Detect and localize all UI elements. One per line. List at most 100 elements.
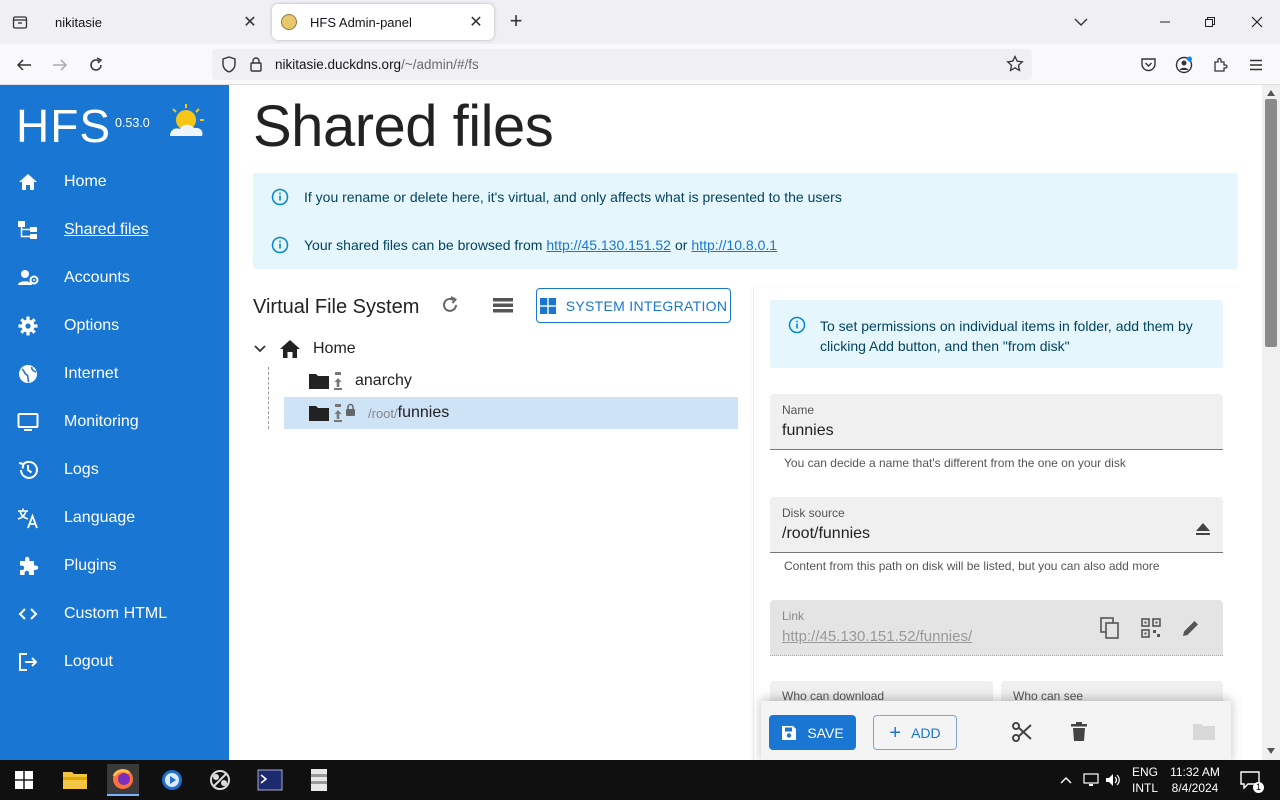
account-icon[interactable]	[1171, 52, 1197, 78]
archive-app-icon[interactable]	[303, 764, 335, 796]
puzzle-icon	[20, 556, 39, 575]
forward-icon[interactable]	[47, 52, 73, 78]
url-host: nikitasie.duckdns.org	[275, 57, 402, 72]
tree-node-anarchy[interactable]: anarchy	[309, 369, 412, 393]
bookmark-star-icon[interactable]	[1006, 54, 1024, 78]
hfs-logo[interactable]: HFS	[16, 99, 111, 153]
scrollbar-thumb[interactable]	[1265, 99, 1277, 347]
sidebar-item-plugins[interactable]: Plugins	[0, 546, 229, 586]
input-language-indicator[interactable]: ENG INTL	[1128, 764, 1162, 796]
sidebar-item-logout[interactable]: Logout	[0, 642, 229, 682]
save-button[interactable]: SAVE	[769, 715, 856, 750]
list-view-icon[interactable]	[488, 290, 518, 320]
windows-start-icon[interactable]	[8, 764, 40, 796]
notification-center-icon[interactable]: 1	[1234, 764, 1266, 796]
version-label: 0.53.0	[115, 116, 150, 130]
browse-link-public[interactable]: http://45.130.151.52	[546, 237, 671, 253]
chevron-down-icon[interactable]	[253, 344, 267, 354]
tree-node-funnies[interactable]: /root/ funnies	[309, 401, 449, 425]
reload-icon[interactable]	[83, 52, 109, 78]
edit-pencil-icon[interactable]	[1181, 618, 1201, 638]
tab-hfs-admin[interactable]: HFS Admin-panel ✕	[272, 4, 494, 40]
add-label: ADD	[911, 724, 941, 741]
volume-icon[interactable]	[1102, 764, 1124, 796]
sidebar-item-home[interactable]: Home	[0, 162, 229, 202]
page-scrollbar[interactable]	[1262, 85, 1280, 760]
home-icon	[280, 340, 300, 358]
tab-list-icon[interactable]	[0, 0, 40, 44]
weather-sun-icon[interactable]	[165, 103, 205, 143]
url-bar[interactable]: nikitasie.duckdns.org/~/admin/#/fs	[212, 49, 1032, 80]
extensions-icon[interactable]	[1207, 52, 1233, 78]
tab-title: nikitasie	[55, 14, 102, 30]
plus-icon: +	[889, 721, 902, 744]
folder-icon	[309, 374, 329, 389]
page-title: Shared files	[253, 94, 554, 159]
cut-scissors-icon[interactable]	[1011, 721, 1033, 743]
firefox-taskbar-icon[interactable]	[107, 764, 139, 796]
lang-layout: INTL	[1131, 781, 1158, 795]
back-icon[interactable]	[11, 52, 37, 78]
tab-nikitasie[interactable]: nikitasie ✕	[42, 4, 268, 40]
sidebar-item-logs[interactable]: Logs	[0, 450, 229, 490]
delete-trash-icon[interactable]	[1071, 722, 1087, 742]
minimize-icon[interactable]	[1152, 10, 1178, 34]
eject-icon[interactable]	[1196, 523, 1210, 535]
qr-code-icon[interactable]	[1141, 618, 1161, 638]
info-row-browse: Your shared files can be browsed from ht…	[271, 236, 781, 254]
field-value[interactable]: funnies	[782, 422, 834, 440]
file-explorer-icon[interactable]	[59, 764, 91, 796]
tree-label: funnies	[397, 404, 450, 421]
disk-source-help-text: Content from this path on disk will be l…	[784, 559, 1160, 573]
save-floppy-icon	[782, 725, 797, 740]
sidebar-item-shared-files[interactable]: Shared files	[0, 210, 229, 250]
lock-icon[interactable]	[249, 56, 263, 78]
lock-icon	[346, 403, 355, 416]
copy-icon[interactable]	[1100, 617, 1120, 639]
media-player-icon[interactable]	[156, 764, 188, 796]
windows-icon	[539, 297, 556, 314]
disk-source-field[interactable]: Disk source /root/funnies	[770, 497, 1223, 553]
browse-link-local[interactable]: http://10.8.0.1	[691, 237, 777, 253]
network-tool-icon[interactable]	[204, 764, 236, 796]
system-integration-label: SYSTEM INTEGRATION	[565, 297, 728, 314]
name-help-text: You can decide a name that's different f…	[784, 456, 1126, 470]
permissions-info-text: To set permissions on individual items i…	[820, 318, 1193, 354]
pocket-icon[interactable]	[1135, 52, 1161, 78]
sidebar-item-internet[interactable]: Internet	[0, 354, 229, 394]
system-integration-button[interactable]: SYSTEM INTEGRATION	[536, 288, 731, 323]
menu-icon[interactable]	[1243, 52, 1269, 78]
sidebar-item-label: Custom HTML	[64, 605, 168, 622]
tree-node-home[interactable]: Home	[253, 337, 356, 361]
folder-icon	[309, 406, 329, 421]
show-hidden-icons-chevron-icon[interactable]	[1055, 764, 1077, 796]
restore-icon[interactable]	[1197, 10, 1223, 34]
new-tab-icon[interactable]: +	[504, 10, 528, 34]
close-tab-icon[interactable]: ✕	[466, 12, 486, 32]
field-label: Name	[782, 403, 815, 417]
sidebar-item-label: Options	[64, 317, 120, 334]
url-path: /~/admin/#/fs	[401, 57, 479, 72]
field-label: Disk source	[782, 506, 845, 520]
tab-title: HFS Admin-panel	[310, 14, 412, 30]
shield-icon[interactable]	[221, 56, 237, 78]
refresh-icon[interactable]	[435, 290, 465, 320]
add-button[interactable]: + ADD	[873, 715, 957, 750]
close-window-icon[interactable]	[1244, 10, 1270, 34]
name-field[interactable]: Name funnies	[770, 394, 1223, 450]
scroll-down-arrow-icon[interactable]	[1266, 747, 1276, 755]
sidebar-item-custom-html[interactable]: Custom HTML	[0, 594, 229, 634]
terminal-app-icon[interactable]	[254, 764, 286, 796]
field-value[interactable]: /root/funnies	[782, 525, 870, 543]
sidebar-item-label: Monitoring	[64, 413, 139, 430]
sidebar-item-language[interactable]: Language	[0, 498, 229, 538]
clock[interactable]: 11:32 AM 8/4/2024	[1165, 764, 1225, 796]
network-status-icon[interactable]	[1080, 764, 1102, 796]
link-value[interactable]: http://45.130.151.52/funnies/	[782, 628, 972, 645]
sidebar-item-options[interactable]: Options	[0, 306, 229, 346]
sidebar-item-monitoring[interactable]: Monitoring	[0, 402, 229, 442]
scroll-up-arrow-icon[interactable]	[1266, 89, 1276, 97]
close-tab-icon[interactable]: ✕	[240, 12, 260, 32]
tab-overflow-chevron-icon[interactable]	[1068, 10, 1094, 34]
sidebar-item-accounts[interactable]: Accounts	[0, 258, 229, 298]
